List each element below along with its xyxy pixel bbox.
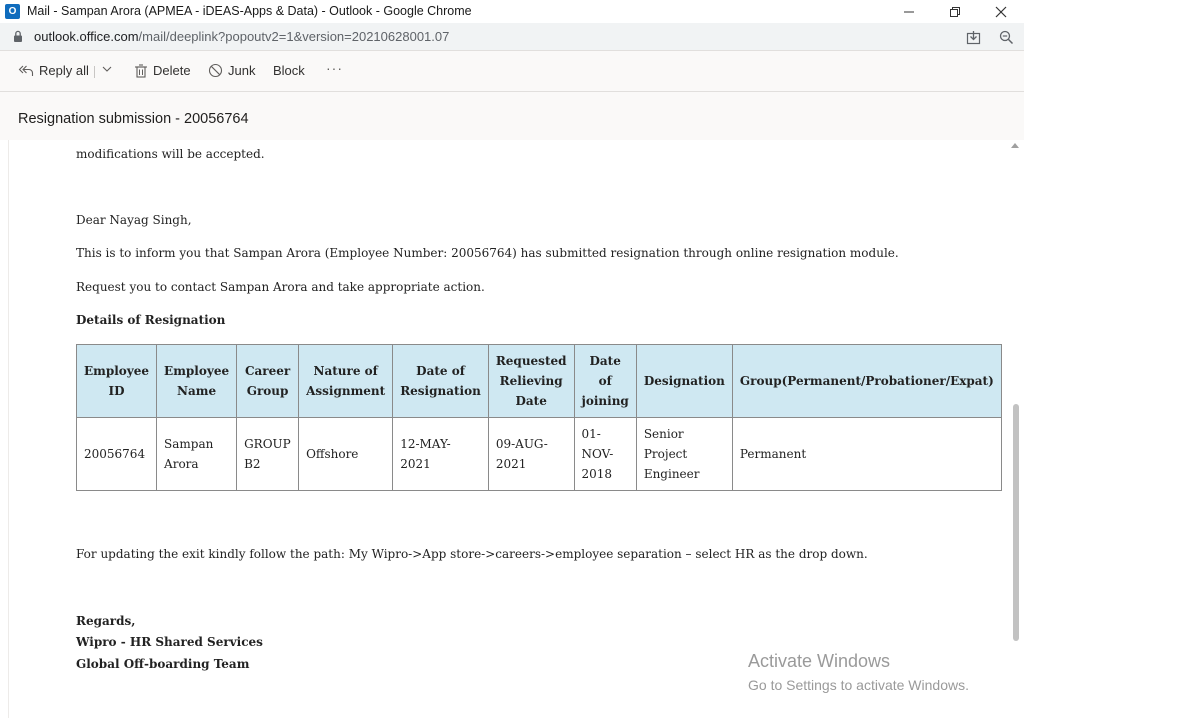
header-career-group: Career Group	[236, 344, 300, 418]
message-subject: Resignation submission - 20056764	[18, 111, 249, 127]
greeting: Dear Nayag Singh,	[76, 213, 192, 227]
delete-button[interactable]: Delete	[134, 63, 191, 78]
address-bar[interactable]: outlook.office.com/mail/deeplink?popoutv…	[0, 23, 1024, 50]
subject-header: Resignation submission - 20056764	[0, 92, 1024, 140]
more-icon: ···	[326, 60, 343, 76]
cell-employee-id: 20056764	[75, 417, 158, 491]
zoom-out-icon	[999, 30, 1013, 44]
table-header-row: Employee ID Employee Name Career Group N…	[75, 344, 1002, 418]
body-paragraph-2: Request you to contact Sampan Arora and …	[76, 280, 485, 294]
cell-career-group: GROUP B2	[236, 417, 300, 491]
block-circle-icon	[208, 63, 223, 78]
install-app-button[interactable]	[964, 28, 982, 46]
close-icon	[995, 6, 1007, 17]
reply-all-button[interactable]: Reply all	[18, 63, 89, 78]
signature-team-line-2: Global Off-boarding Team	[76, 657, 250, 671]
message-body: modifications will be accepted. Dear Nay…	[8, 140, 1007, 718]
resignation-details-table: Employee ID Employee Name Career Group N…	[75, 344, 1002, 491]
exit-path-instruction: For updating the exit kindly follow the …	[76, 547, 868, 561]
browser-window: O Mail - Sampan Arora (APMEA - iDEAS-App…	[0, 0, 1024, 718]
header-date-of-joining: Date of joining	[573, 344, 637, 418]
url-host: outlook.office.com	[34, 29, 139, 44]
junk-button[interactable]: Junk	[208, 63, 255, 78]
delete-label: Delete	[153, 63, 191, 78]
mail-toolbar: Reply all Delete Junk Block ···	[0, 50, 1024, 92]
cell-date-of-joining: 01-NOV-2018	[573, 417, 637, 491]
signature-team-line-1: Wipro - HR Shared Services	[76, 635, 263, 649]
lock-icon	[14, 30, 22, 42]
body-partial-line: modifications will be accepted.	[76, 147, 265, 161]
activate-windows-subtitle: Go to Settings to activate Windows.	[748, 677, 969, 693]
header-nature-of-assignment: Nature of Assignment	[298, 344, 394, 418]
scroll-up-arrow-icon[interactable]	[1011, 143, 1019, 148]
block-button[interactable]: Block	[273, 63, 305, 78]
chevron-down-icon	[102, 66, 112, 72]
close-button[interactable]	[978, 0, 1024, 23]
table-row: 20056764 Sampan Arora GROUP B2 Offshore …	[75, 417, 1002, 491]
trash-icon	[135, 63, 147, 78]
scrollbar-thumb[interactable]	[1013, 404, 1019, 641]
cell-group: Permanent	[731, 417, 1002, 491]
header-relieving-date: Requested Relieving Date	[487, 344, 575, 418]
header-employee-name: Employee Name	[156, 344, 238, 418]
restore-icon	[950, 6, 960, 17]
header-employee-id: Employee ID	[75, 344, 158, 418]
header-designation: Designation	[635, 344, 733, 418]
toolbar-divider	[94, 66, 95, 78]
url-path: /mail/deeplink?popoutv2=1&version=202106…	[138, 29, 450, 44]
cell-date-of-resignation: 12-MAY-2021	[392, 417, 489, 491]
junk-label: Junk	[228, 63, 256, 78]
reply-all-icon	[18, 65, 34, 76]
url-text[interactable]: outlook.office.com/mail/deeplink?popoutv…	[34, 29, 449, 44]
cell-designation: Senior Project Engineer	[635, 417, 733, 491]
signature-regards: Regards,	[76, 614, 136, 628]
outlook-app-icon: O	[5, 4, 20, 19]
header-date-of-resignation: Date of Resignation	[392, 344, 489, 418]
activate-windows-title: Activate Windows	[748, 651, 891, 671]
vertical-scrollbar[interactable]	[1007, 140, 1024, 718]
header-group: Group(Permanent/Probationer/Expat)	[731, 344, 1002, 418]
download-icon	[966, 30, 980, 44]
window-title: Mail - Sampan Arora (APMEA - iDEAS-Apps …	[27, 4, 472, 18]
cell-relieving-date: 09-AUG-2021	[487, 417, 575, 491]
body-paragraph-1: This is to inform you that Sampan Arora …	[76, 246, 899, 260]
minimize-button[interactable]	[886, 0, 932, 23]
restore-button[interactable]	[932, 0, 978, 23]
more-actions-button[interactable]: ···	[326, 60, 343, 76]
cell-employee-name: Sampan Arora	[156, 417, 238, 491]
details-heading: Details of Resignation	[76, 313, 226, 327]
title-bar: O Mail - Sampan Arora (APMEA - iDEAS-App…	[0, 0, 1024, 23]
zoom-button[interactable]	[997, 28, 1015, 46]
minimize-icon	[904, 11, 914, 12]
block-label: Block	[273, 63, 305, 78]
reply-options-dropdown[interactable]	[101, 63, 113, 75]
reply-all-label: Reply all	[39, 63, 89, 78]
cell-nature-of-assignment: Offshore	[298, 417, 394, 491]
